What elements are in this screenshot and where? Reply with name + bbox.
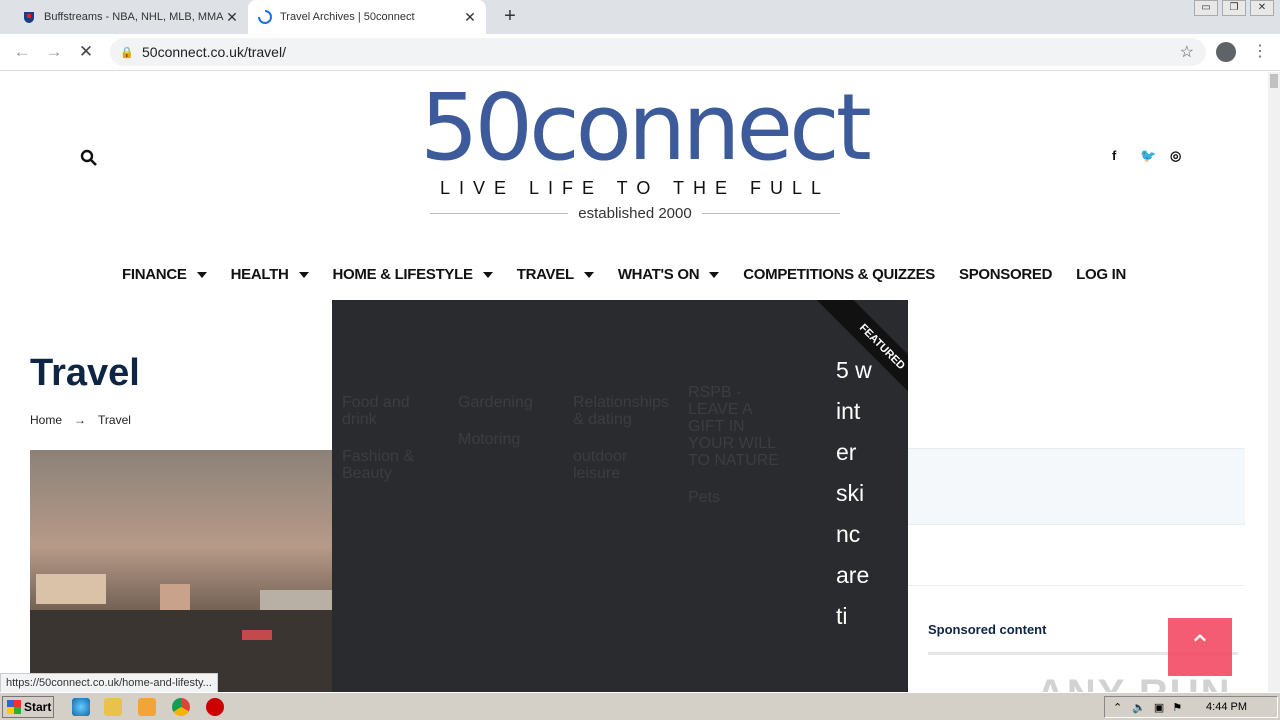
- logo-tagline: LIVE LIFE TO THE FULL: [439, 178, 831, 198]
- page-title: Travel: [30, 352, 140, 394]
- article-card[interactable]: [908, 448, 1245, 524]
- volume-icon[interactable]: 🔈: [1132, 701, 1146, 714]
- featured-article-title[interactable]: 5 winter skincare ti: [836, 350, 872, 637]
- dropdown-link[interactable]: outdoor leisure: [573, 448, 673, 482]
- dropdown-link[interactable]: Fashion & Beauty: [342, 448, 442, 482]
- bookmark-star-icon[interactable]: ☆: [1180, 42, 1194, 62]
- nav-item-whats-on[interactable]: WHAT'S ON: [618, 266, 720, 283]
- nfl-favicon-icon: [24, 12, 34, 23]
- ie-icon[interactable]: [72, 698, 90, 716]
- page-scrollbar[interactable]: [1268, 72, 1280, 692]
- url-input[interactable]: 🔒 50connect.co.uk/travel/ ☆: [110, 38, 1206, 66]
- minimize-button[interactable]: ▭: [1194, 0, 1218, 16]
- chrome-icon[interactable]: [172, 698, 190, 716]
- url-text: 50connect.co.uk/travel/: [142, 44, 286, 60]
- established-text: established 2000: [578, 205, 692, 222]
- lock-icon: 🔒: [120, 46, 134, 59]
- instagram-icon[interactable]: ◎: [1170, 148, 1181, 164]
- dropdown-link[interactable]: Food and drink: [342, 394, 442, 428]
- tab-buffstreams[interactable]: Buffstreams - NBA, NHL, MLB, MMA, ✕: [12, 0, 248, 34]
- nav-item-sponsored[interactable]: SPONSORED: [959, 266, 1052, 283]
- hero-image[interactable]: [30, 450, 340, 692]
- menu-kebab-icon[interactable]: ⋮: [1252, 41, 1268, 61]
- web-page: 50connect LIVE LIFE TO THE FULL establis…: [0, 72, 1268, 692]
- dropdown-link[interactable]: RSPB - LEAVE A GIFT IN YOUR WILL TO NATU…: [688, 384, 783, 469]
- start-button[interactable]: Start: [2, 696, 54, 718]
- dropdown-link[interactable]: Motoring: [458, 431, 558, 448]
- nav-item-health[interactable]: HEALTH: [231, 266, 309, 283]
- media-player-icon[interactable]: [138, 698, 156, 716]
- close-icon[interactable]: ✕: [224, 9, 240, 26]
- main-navigation: FINANCE HEALTH HOME & LIFESTYLE TRAVEL W…: [110, 266, 1150, 283]
- browser-tab-strip: Buffstreams - NBA, NHL, MLB, MMA, ✕ Trav…: [0, 0, 1280, 34]
- search-icon[interactable]: [80, 149, 98, 167]
- nav-item-login[interactable]: LOG IN: [1076, 266, 1126, 283]
- breadcrumb-home[interactable]: Home: [30, 413, 62, 427]
- back-arrow-icon[interactable]: ←: [12, 42, 32, 62]
- opera-icon[interactable]: [206, 698, 224, 716]
- dropdown-link[interactable]: Gardening: [458, 394, 558, 411]
- back-to-top-button[interactable]: ⌃: [1168, 618, 1232, 676]
- tab-travel-archives[interactable]: Travel Archives | 50connect ✕: [248, 0, 486, 34]
- chevron-down-icon: [196, 272, 207, 278]
- close-icon[interactable]: ✕: [462, 9, 478, 26]
- sponsored-heading: Sponsored content: [928, 622, 1047, 637]
- nav-item-competitions[interactable]: COMPETITIONS & QUIZZES: [743, 266, 935, 283]
- address-bar: ← → ✕ 🔒 50connect.co.uk/travel/ ☆ ⋮: [0, 34, 1280, 71]
- tab-title: Travel Archives | 50connect: [280, 11, 415, 23]
- chevron-down-icon: [709, 272, 720, 278]
- nav-item-home-lifestyle[interactable]: HOME & LIFESTYLE: [333, 266, 493, 283]
- windows-logo-icon: [7, 700, 21, 714]
- arrow-right-icon: →: [74, 413, 87, 427]
- tray-expand-icon[interactable]: ⌃: [1113, 701, 1122, 714]
- dropdown-link[interactable]: Relationships & dating: [573, 394, 669, 428]
- chevron-down-icon: [482, 272, 493, 278]
- chevron-down-icon: [298, 272, 309, 278]
- home-lifestyle-dropdown: Food and drink Fashion & Beauty Gardenin…: [332, 300, 908, 692]
- breadcrumb: Home → Travel: [30, 413, 131, 427]
- breadcrumb-current: Travel: [98, 413, 131, 427]
- restore-button[interactable]: ❐: [1222, 0, 1246, 16]
- stop-icon[interactable]: ✕: [76, 42, 96, 62]
- facebook-icon[interactable]: f: [1112, 148, 1116, 163]
- twitter-icon[interactable]: 🐦: [1140, 148, 1156, 164]
- article-card[interactable]: [908, 524, 1245, 586]
- new-tab-button[interactable]: +: [500, 5, 520, 28]
- system-tray: ⌃ 🔈 ▣ ⚑ 4:44 PM: [1104, 696, 1278, 718]
- folder-icon[interactable]: [104, 698, 122, 716]
- window-controls: ▭ ❐ ✕: [1190, 0, 1274, 16]
- tab-title: Buffstreams - NBA, NHL, MLB, MMA,: [44, 11, 224, 23]
- flag-icon[interactable]: ⚑: [1172, 701, 1182, 714]
- logo-established: established 2000: [420, 205, 850, 222]
- nav-item-travel[interactable]: TRAVEL: [517, 266, 594, 283]
- profile-avatar-icon[interactable]: [1216, 42, 1236, 62]
- site-logo[interactable]: 50connect LIVE LIFE TO THE FULL establis…: [420, 74, 872, 223]
- loading-spinner-icon: [258, 10, 272, 24]
- forward-arrow-icon[interactable]: →: [44, 42, 64, 62]
- clock: 4:44 PM: [1206, 701, 1247, 713]
- logo-wordmark: 50connect: [420, 74, 872, 181]
- network-icon[interactable]: ▣: [1154, 701, 1164, 714]
- chevron-down-icon: [583, 272, 594, 278]
- close-window-button[interactable]: ✕: [1250, 0, 1274, 16]
- windows-taskbar: Start ⌃ 🔈 ▣ ⚑ 4:44 PM: [0, 692, 1280, 720]
- dropdown-link[interactable]: Pets: [688, 489, 788, 506]
- nav-item-finance[interactable]: FINANCE: [122, 266, 207, 283]
- status-url: https://50connect.co.uk/home-and-lifesty…: [0, 673, 218, 693]
